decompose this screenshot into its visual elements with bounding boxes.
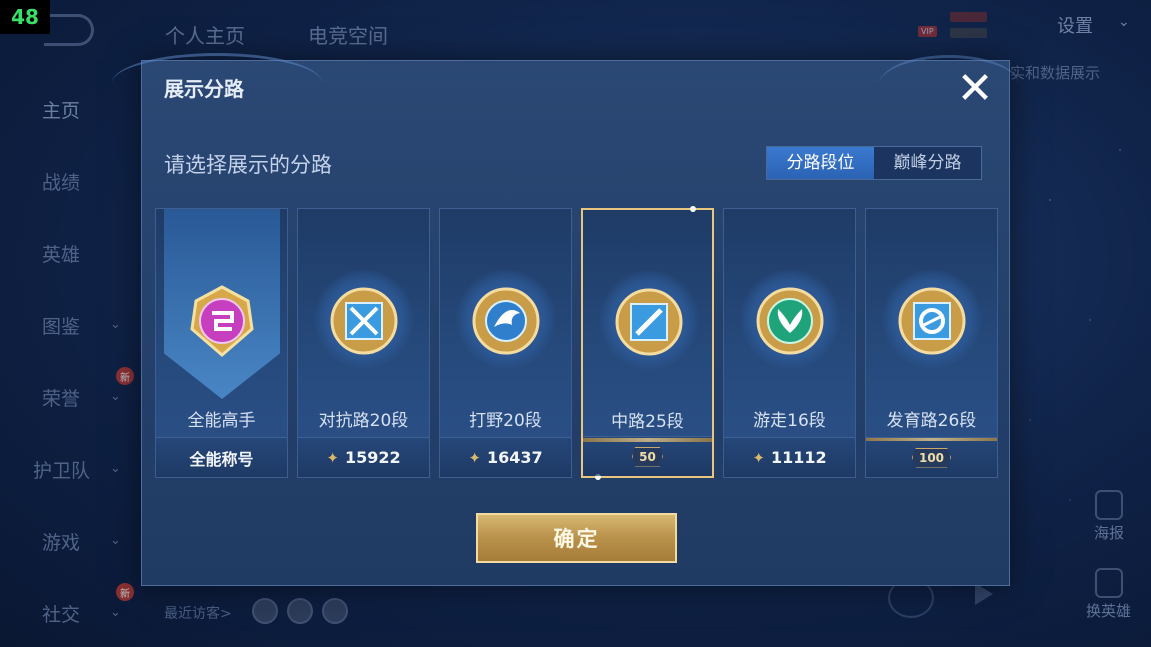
chevron-down-icon[interactable]: ⌄ <box>110 605 121 620</box>
chevron-down-icon[interactable]: ⌄ <box>110 389 121 404</box>
visitor-avatar[interactable] <box>287 598 313 624</box>
card-footer: ✦ 15922 <box>298 437 429 477</box>
new-badge: 新 <box>116 367 134 385</box>
lane-card-jungle[interactable]: 打野20段 ✦ 16437 <box>439 208 572 478</box>
jungle-emblem-icon <box>472 287 540 355</box>
sidebar-item-atlas[interactable]: 图鉴 <box>42 312 80 339</box>
card-footer: 100 <box>866 437 997 477</box>
roam-emblem-icon <box>756 287 824 355</box>
chevron-down-icon[interactable]: ⌄ <box>1118 14 1130 30</box>
close-icon[interactable]: ✕ <box>952 67 998 113</box>
vip-badge: VIP <box>918 26 937 37</box>
card-label: 游走16段 <box>753 411 826 431</box>
visitor-avatar[interactable] <box>322 598 348 624</box>
peak-points-icon: ✦ <box>752 448 765 467</box>
change-hero-button[interactable]: 换英雄 <box>1086 568 1131 621</box>
show-lane-dialog: 展示分路 ✕ 请选择展示的分路 分路段位 巅峰分路 全能高手 全能称号 对抗路2… <box>112 53 1019 586</box>
peak-points-icon: ✦ <box>468 448 481 467</box>
farm-lane-emblem-icon <box>898 287 966 355</box>
dialog-subtitle: 请选择展示的分路 <box>164 153 332 177</box>
sidebar-item-record[interactable]: 战绩 <box>42 168 80 195</box>
sidebar-item-guard[interactable]: 护卫队 <box>33 456 90 483</box>
card-label: 打野20段 <box>469 411 542 431</box>
lane-card-clash[interactable]: 对抗路20段 ✦ 15922 <box>297 208 430 478</box>
vip-info[interactable]: VIP <box>914 8 1029 44</box>
sidebar-item-heroes[interactable]: 英雄 <box>42 240 80 267</box>
all-rounder-emblem-icon <box>190 285 254 357</box>
recent-visitors-link[interactable]: 最近访客> <box>164 603 232 623</box>
tab-esports[interactable]: 电竞空间 <box>308 20 388 49</box>
decorative-swirl <box>879 55 1019 115</box>
points-value: 16437 <box>486 448 543 467</box>
back-arrow-icon[interactable] <box>44 14 94 46</box>
visitor-avatar[interactable] <box>252 598 278 624</box>
card-label: 发育路26段 <box>886 411 977 431</box>
sidebar-item-home[interactable]: 主页 <box>42 96 80 123</box>
tab-peak-lane[interactable]: 巅峰分路 <box>874 147 981 179</box>
tab-profile[interactable]: 个人主页 <box>165 20 245 49</box>
mid-lane-emblem-icon <box>615 288 683 356</box>
card-footer: ✦ 11112 <box>724 437 855 477</box>
change-hero-icon <box>1094 568 1123 598</box>
chevron-down-icon[interactable]: ⌄ <box>110 461 121 476</box>
lane-card-roam[interactable]: 游走16段 ✦ 11112 <box>723 208 856 478</box>
vip-line-icon <box>950 12 988 22</box>
confirm-button[interactable]: 确定 <box>476 513 677 563</box>
new-badge: 新 <box>116 583 134 601</box>
poster-label: 海报 <box>1094 524 1125 542</box>
tab-lane-rank[interactable]: 分路段位 <box>767 147 874 179</box>
frame-counter: 48 <box>0 0 50 34</box>
sidebar-item-honor[interactable]: 荣誉 <box>42 384 80 411</box>
lane-card-list: 全能高手 全能称号 对抗路20段 ✦ 15922 打野20段 ✦ 16437 中… <box>155 206 998 480</box>
chevron-down-icon[interactable]: ⌄ <box>110 317 121 332</box>
change-hero-label: 换英雄 <box>1086 602 1132 620</box>
card-footer: 全能称号 <box>156 437 287 477</box>
vip-line-icon <box>950 28 988 38</box>
star-count-badge: 100 <box>911 447 952 468</box>
view-toggle: 分路段位 巅峰分路 <box>766 146 982 180</box>
card-label: 中路25段 <box>611 412 684 432</box>
poster-button[interactable]: 海报 <box>1094 490 1124 543</box>
points-value: 11112 <box>770 448 827 467</box>
clash-lane-emblem-icon <box>330 287 398 355</box>
lane-card-farm[interactable]: 发育路26段 100 <box>865 208 998 478</box>
poster-icon <box>1095 490 1123 520</box>
card-footer: 50 <box>583 436 712 476</box>
card-footer: ✦ 16437 <box>440 437 571 477</box>
background-label: 实和数据展示 <box>1010 64 1101 82</box>
sidebar-item-social[interactable]: 社交 <box>42 600 80 627</box>
sidebar-item-games[interactable]: 游戏 <box>42 528 80 555</box>
peak-points-icon: ✦ <box>326 448 339 467</box>
settings-button[interactable]: 设置 <box>1057 12 1093 38</box>
star-count-badge: 50 <box>632 446 663 467</box>
selection-corner-icon <box>690 206 696 212</box>
card-label: 对抗路20段 <box>318 411 409 431</box>
chevron-down-icon[interactable]: ⌄ <box>110 533 121 548</box>
points-value: 15922 <box>344 448 401 467</box>
play-icon[interactable] <box>975 583 993 605</box>
dialog-title: 展示分路 <box>164 77 244 101</box>
lane-card-mid[interactable]: 中路25段 50 <box>581 206 714 480</box>
card-label: 全能高手 <box>187 411 256 431</box>
lane-card-all-rounder[interactable]: 全能高手 全能称号 <box>155 208 288 478</box>
